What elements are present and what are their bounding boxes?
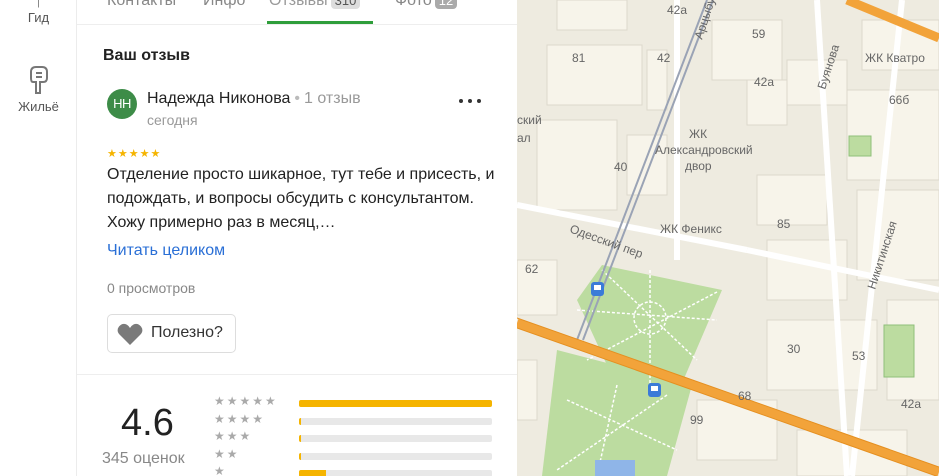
map-label: 42а [667,3,687,17]
separator-dot: • [294,90,301,107]
distribution-bar [299,417,492,425]
map-label: 59 [752,27,766,41]
heart-icon [117,323,143,345]
tab-photos[interactable]: Фото 12 [395,0,458,10]
rating-distribution-row: ★★★★ [214,411,494,427]
map-label: 62 [525,262,539,276]
map-canvas[interactable]: 42а Арцыбушевская 59 81 42 Буянова ЖК Кв… [517,0,939,476]
guide-icon: ↑ [34,0,43,11]
tab-badge: 12 [434,0,458,9]
rating-distribution-row: ★★ [214,446,494,462]
distribution-bar-fill [299,400,492,407]
left-rail: ↑ Гид Жильё [0,0,77,476]
section-title: Ваш отзыв [103,47,190,64]
bus-stop-icon[interactable] [648,383,661,397]
rail-guide-label: Гид [27,10,50,25]
rating-distribution-row: ★ [214,464,494,476]
map-label: Александровский [655,143,753,157]
rail-item-housing[interactable]: Жильё [0,64,77,114]
distribution-bar [299,470,492,476]
average-rating: 4.6 [121,402,174,444]
map-label: 81 [572,51,586,65]
business-panel: Контакты Инфо Отзывы 310 Фото 12 Ваш отзыв… [77,0,517,476]
map-label: ал [517,131,531,145]
distribution-stars: ★★ [214,446,240,461]
map-label: ЖК Феникс [660,222,722,236]
tab-contacts[interactable]: Контакты [107,0,176,10]
distribution-stars: ★ [214,464,227,476]
useful-button[interactable]: Полезно? [107,314,236,353]
avatar[interactable]: НН [107,89,137,119]
tabs-bar: Контакты Инфо Отзывы 310 Фото 12 [77,0,517,32]
map-label: 40 [614,160,628,174]
map[interactable]: 42а Арцыбушевская 59 81 42 Буянова ЖК Кв… [517,0,939,476]
map-label: ЖК [689,127,707,141]
tab-reviews[interactable]: Отзывы 310 [269,0,361,10]
review-date: сегодня [147,112,198,128]
review-stars: ★★★★★ [107,148,162,160]
divider [77,24,517,25]
rating-distribution-row: ★★★ [214,429,494,444]
useful-label: Полезно? [151,324,223,341]
map-label: 42 [657,51,671,65]
distribution-bar [299,435,492,442]
rail-housing-label: Жильё [18,99,59,114]
map-label: ский [517,113,542,127]
review-author-line: Надежда Никонова • 1 отзыв [147,90,361,108]
distribution-bar-fill [299,470,327,476]
distribution-stars: ★★★★ [214,411,266,426]
tab-label: Фото [395,0,432,9]
map-label: 99 [690,413,704,427]
rail-item-guide[interactable]: ↑ Гид [0,0,77,25]
map-label: 85 [777,217,791,231]
distribution-stars: ★★★ [214,429,253,443]
tab-info[interactable]: Инфо [203,0,245,10]
map-label: 53 [852,349,866,363]
distribution-bar [299,452,492,460]
map-label: 42а [901,397,921,411]
map-label: 30 [787,342,801,356]
distribution-bar-fill [299,452,301,460]
map-label: ЖК Кватро [865,51,925,65]
bus-stop-icon[interactable] [591,282,604,296]
views-count: 0 просмотров [107,280,196,296]
distribution-bar [299,400,492,407]
divider [77,374,517,375]
distribution-stars: ★★★★★ [214,394,278,408]
ratings-count: 345 оценок [102,450,185,467]
rating-distribution-row: ★★★★★ [214,394,494,409]
distribution-bar-fill [299,417,301,425]
map-label: 66б [889,93,909,107]
read-more-link[interactable]: Читать целиком [107,242,225,260]
tab-label: Инфо [203,0,246,9]
map-label: 68 [738,389,752,403]
review-text: Отделение просто шикарное, тут тебе и пр… [107,166,495,231]
distribution-bar-fill [299,435,301,442]
tab-label: Контакты [107,0,177,9]
map-label: 42а [754,75,774,89]
more-dots-icon[interactable] [459,95,481,107]
author-name[interactable]: Надежда Никонова [147,90,290,107]
author-review-count: 1 отзыв [304,90,361,107]
tab-label: Отзывы [269,0,328,9]
map-label: двор [685,159,712,173]
tab-badge: 310 [330,0,361,9]
housing-icon [29,66,48,94]
